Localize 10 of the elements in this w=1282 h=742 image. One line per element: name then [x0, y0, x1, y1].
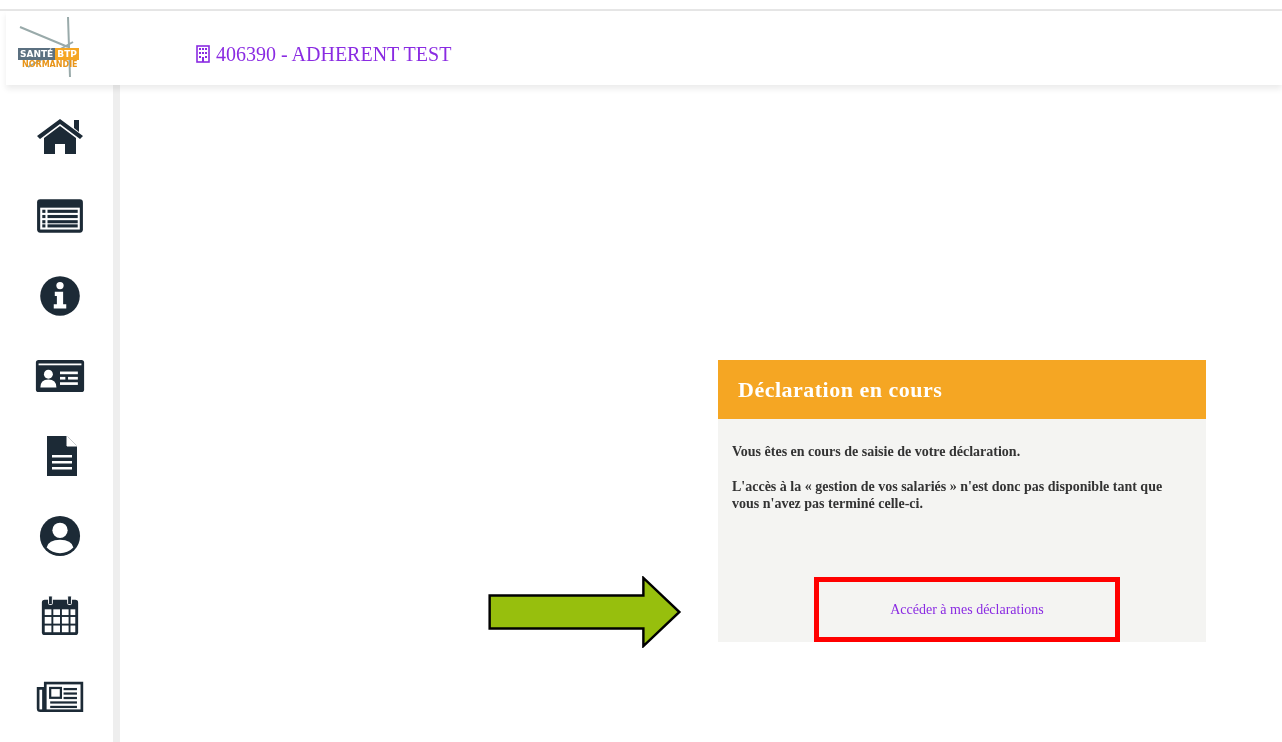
card-title: Déclaration en cours: [718, 360, 1206, 419]
notice-text: Vous êtes en cours de saisie de votre déclaration.: [732, 443, 1022, 460]
notice-text: L'accès à la « gestion de vos salariés » n'est donc pas disponible tant que vous n'avez pas terminé celle-ci.: [732, 478, 1164, 512]
account-name: 406390 - ADHERENT TEST: [216, 42, 452, 66]
logo-subtitle: NORMANDIE: [21, 60, 79, 69]
building-icon: [196, 45, 210, 63]
logo-text: BTP: [55, 48, 79, 60]
logo[interactable]: SANTÉ BTP NORMANDIE: [18, 17, 94, 79]
declarations-link[interactable]: Accéder à mes déclarations: [890, 601, 1044, 618]
logo-text: SANTÉ: [18, 48, 56, 60]
